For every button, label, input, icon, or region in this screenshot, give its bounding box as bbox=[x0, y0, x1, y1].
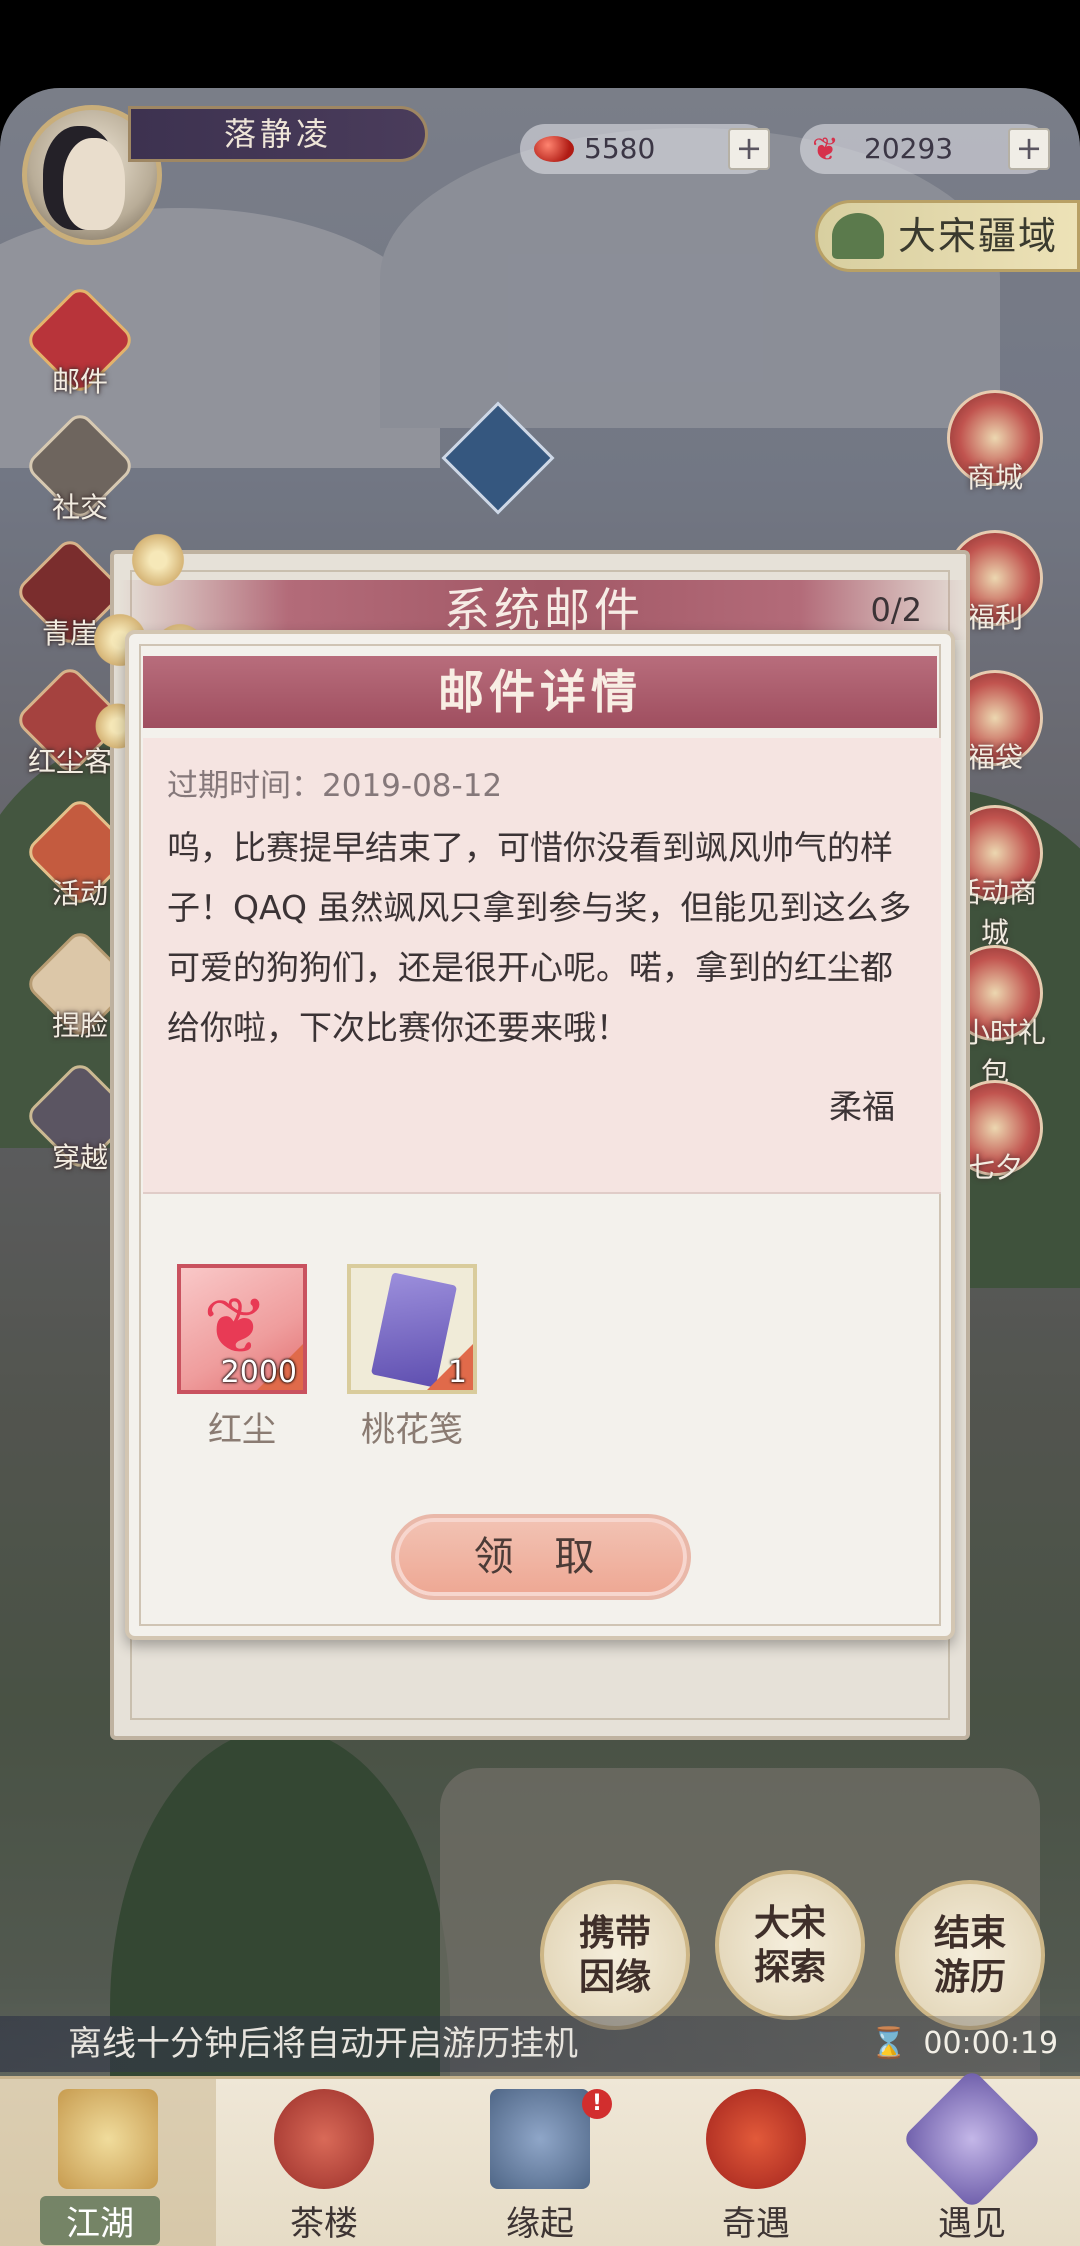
sidebar-item-social[interactable]: 社交 bbox=[23, 409, 137, 526]
tab-yuanqi[interactable]: ! 缘起 bbox=[432, 2079, 648, 2246]
notification-badge: ! bbox=[582, 2089, 612, 2119]
mail-count: 0/2 bbox=[870, 591, 923, 629]
hourglass-icon: ⌛ bbox=[870, 2026, 908, 2061]
mail-body: 呜，比赛提早结束了，可惜你没看到飒风帅气的样子！QAQ 虽然飒风只拿到参与奖，但… bbox=[167, 828, 912, 1047]
reward-quantity: 2000 bbox=[220, 1355, 297, 1390]
expire-label: 过期时间： bbox=[167, 768, 322, 804]
mountain-icon bbox=[832, 213, 884, 259]
song-explore-button[interactable]: 大宋 探索 bbox=[715, 1870, 865, 2020]
status-bar-area bbox=[0, 0, 1080, 90]
flower-ornament-icon bbox=[128, 530, 188, 590]
journey-timer: ⌛ 00:00:19 bbox=[870, 2020, 1058, 2068]
tab-encounter[interactable]: 遇见 bbox=[864, 2068, 1080, 2246]
expire-line: 过期时间：2019-08-12 bbox=[167, 760, 502, 805]
reward-quantity: 1 bbox=[447, 1355, 467, 1390]
teapot-icon bbox=[274, 2089, 374, 2189]
region-button[interactable]: 大宋疆域 bbox=[815, 200, 1080, 272]
tab-teahouse[interactable]: 茶楼 bbox=[216, 2079, 432, 2246]
gem-counter: 5580 + bbox=[520, 124, 770, 174]
player-name: 落静凌 bbox=[128, 106, 428, 162]
timer-value: 00:00:19 bbox=[923, 2026, 1059, 2061]
book-icon bbox=[490, 2089, 590, 2189]
reward-name: 红尘 bbox=[208, 1410, 276, 1450]
reward-name: 桃花笺 bbox=[361, 1410, 463, 1450]
mail-sender: 柔福 bbox=[829, 1087, 895, 1126]
end-journey-button[interactable]: 结束 游历 bbox=[895, 1880, 1045, 2030]
game-screen: 落静凌 5580 + ❦ 20293 + 大宋疆域 邮件 社交 青崖 红尘客 活… bbox=[0, 0, 1080, 2246]
mail-content: 过期时间：2019-08-12 呜，比赛提早结束了，可惜你没看到飒风帅气的样子！… bbox=[143, 738, 941, 1194]
maple-leaf-icon bbox=[706, 2089, 806, 2189]
gem-amount: 5580 bbox=[584, 132, 656, 165]
claim-button[interactable]: 领 取 bbox=[391, 1514, 691, 1600]
carry-fate-button[interactable]: 携带 因缘 bbox=[540, 1880, 690, 2030]
reward-item[interactable]: ❦ 2000 红尘 bbox=[177, 1264, 307, 1451]
tab-jianghu[interactable]: 江湖 bbox=[0, 2079, 216, 2246]
map-icon bbox=[58, 2089, 158, 2189]
butterfly-icon: ❦ bbox=[812, 130, 839, 168]
mail-detail-title: 邮件详情 bbox=[143, 656, 937, 728]
bottom-nav: 江湖 茶楼 ! 缘起 奇遇 遇见 bbox=[0, 2068, 1080, 2246]
sidebar-item-mail[interactable]: 邮件 bbox=[23, 283, 137, 400]
tab-qiyu[interactable]: 奇遇 bbox=[648, 2079, 864, 2246]
add-gems-button[interactable]: + bbox=[728, 128, 770, 170]
mail-detail-dialog: 邮件详情 过期时间：2019-08-12 呜，比赛提早结束了，可惜你没看到飒风帅… bbox=[125, 630, 955, 1640]
butterfly-amount: 20293 bbox=[864, 132, 954, 165]
add-butterflies-button[interactable]: + bbox=[1008, 128, 1050, 170]
region-button-label: 大宋疆域 bbox=[898, 214, 1059, 258]
red-gem-icon bbox=[534, 136, 574, 162]
crystal-icon bbox=[901, 2068, 1043, 2210]
avatar-portrait bbox=[63, 138, 125, 230]
expire-date: 2019-08-12 bbox=[322, 768, 503, 804]
reward-item[interactable]: 1 桃花笺 bbox=[347, 1264, 477, 1451]
sidebar-item-shop[interactable]: 商城 bbox=[940, 390, 1050, 496]
butterfly-counter: ❦ 20293 + bbox=[800, 124, 1050, 174]
